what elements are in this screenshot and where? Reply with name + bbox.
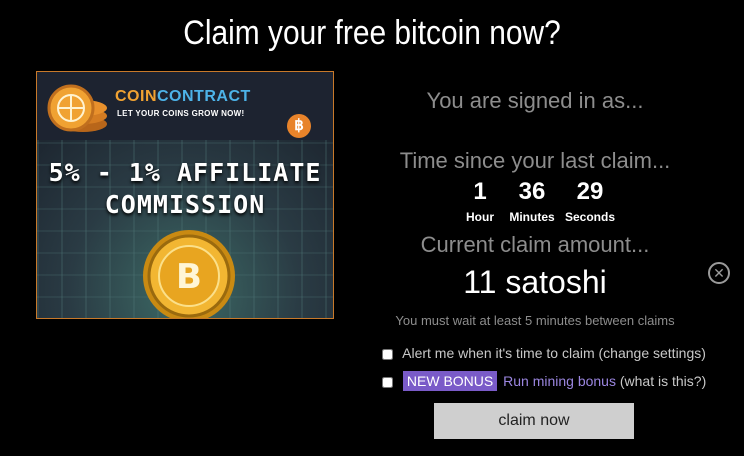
claim-amount-label: Current claim amount... xyxy=(420,232,650,257)
countdown-seconds-value: 29 xyxy=(576,178,604,205)
bonus-help-link[interactable]: (what is this?) xyxy=(620,373,706,389)
ad-tagline: LET YOUR COINS GROW NOW! xyxy=(117,109,245,118)
signed-in-text: You are signed in as... xyxy=(426,88,644,113)
coin-stack-icon xyxy=(47,84,107,132)
close-icon[interactable]: ✕ xyxy=(708,262,730,284)
svg-text:B: B xyxy=(176,257,202,297)
countdown-hours-value: 1 xyxy=(473,178,487,205)
claim-amount-value: 11 satoshi xyxy=(463,264,607,300)
ad-headline-line1: 5% - 1% AFFILIATE xyxy=(48,158,322,187)
countdown-minutes-value: 36 xyxy=(518,178,546,205)
ad-brand: COINCONTRACT xyxy=(115,88,251,106)
countdown-hours-unit: Hour xyxy=(466,210,494,224)
bitcoin-badge-icon: ฿ xyxy=(287,114,311,138)
countdown-minutes-unit: Minutes xyxy=(509,210,555,224)
alert-checkbox[interactable] xyxy=(382,348,393,360)
run-mining-bonus-link[interactable]: Run mining bonus xyxy=(503,373,616,389)
bitcoin-coin-icon: B xyxy=(143,230,235,318)
new-bonus-badge: NEW BONUS xyxy=(402,371,498,391)
ad-banner[interactable]: COINCONTRACT LET YOUR COINS GROW NOW! ฿ … xyxy=(36,71,334,319)
wait-note: You must wait at least 5 minutes between… xyxy=(395,313,675,328)
bonus-checkbox[interactable] xyxy=(382,376,393,388)
countdown-hours: 1 Hour xyxy=(455,178,505,224)
ad-headline-line2: COMMISSION xyxy=(104,190,266,219)
alert-option: Alert me when it's time to claim (change… xyxy=(382,345,706,361)
countdown-seconds-unit: Seconds xyxy=(565,210,616,224)
claim-now-button[interactable]: claim now xyxy=(434,403,634,439)
ad-brand-contract: CONTRACT xyxy=(157,88,251,105)
countdown-minutes: 36 Minutes xyxy=(507,178,557,224)
countdown-seconds: 29 Seconds xyxy=(565,178,615,224)
ad-brand-coin: COIN xyxy=(115,88,157,105)
page-title: Claim your free bitcoin now? xyxy=(183,14,561,52)
alert-label[interactable]: Alert me when it's time to claim (change… xyxy=(402,345,706,361)
time-since-label: Time since your last claim... xyxy=(399,148,671,173)
bonus-option: NEW BONUS Run mining bonus (what is this… xyxy=(382,371,706,391)
